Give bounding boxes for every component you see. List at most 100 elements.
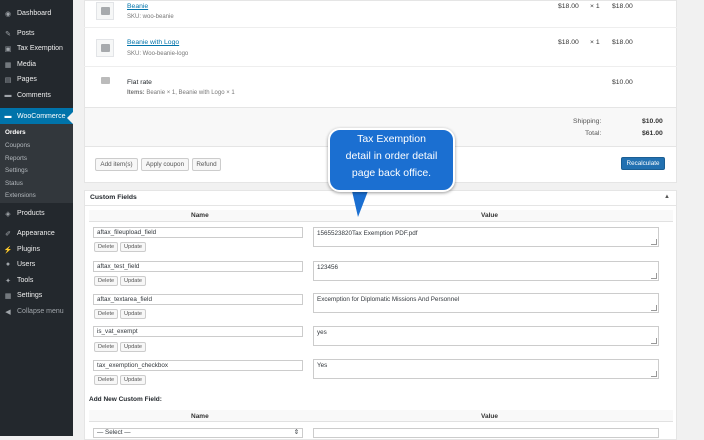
sidebar-item-comments[interactable]: ▬ Comments <box>0 88 73 103</box>
custom-fields-title: Custom Fields <box>90 194 137 201</box>
product-link[interactable]: Beanie with Logo <box>127 39 179 46</box>
shipping-icon <box>101 77 110 84</box>
image-placeholder-icon <box>100 44 110 52</box>
row-divider <box>84 27 677 28</box>
submenu-settings[interactable]: Settings <box>5 167 28 174</box>
sidebar-item-woocommerce[interactable]: ▬ WooCommerce <box>0 108 73 124</box>
sidebar-item-label: WooCommerce <box>17 112 66 120</box>
shipping-items-label: Items: <box>127 90 145 96</box>
shipping-total-label: Shipping: <box>573 118 602 125</box>
delete-field-button[interactable]: Delete <box>94 342 119 352</box>
sidebar-item-plugins[interactable]: ⚡ Plugins <box>0 242 73 257</box>
submenu-coupons[interactable]: Coupons <box>5 142 30 149</box>
submenu-orders[interactable]: Orders <box>5 129 26 136</box>
sidebar-item-appearance[interactable]: ✐ Appearance <box>0 226 73 241</box>
sidebar-collapse-menu[interactable]: ◀ Collapse menu <box>0 304 73 319</box>
custom-field-value-textarea[interactable]: 1565523820Tax Exemption PDF.pdf <box>313 227 659 247</box>
custom-field-key-input[interactable]: aftax_fileupload_field <box>93 227 303 238</box>
sidebar-item-label: Pages <box>17 76 37 83</box>
sidebar-item-label: Tax Exemption <box>17 45 63 52</box>
tools-icon: ✦ <box>5 277 11 285</box>
item-qty: × 1 <box>590 39 600 46</box>
sidebar-item-label: Plugins <box>17 246 40 253</box>
custom-field-key-input[interactable]: aftax_test_field <box>93 261 303 272</box>
delete-field-button[interactable]: Delete <box>94 309 119 319</box>
new-field-value-header: Value <box>481 413 498 420</box>
delete-field-button[interactable]: Delete <box>94 276 119 286</box>
new-field-value-textarea[interactable] <box>313 428 659 438</box>
column-header-value: Value <box>481 212 498 219</box>
delete-field-button[interactable]: Delete <box>94 242 119 252</box>
pin-icon: ✎ <box>5 30 11 38</box>
item-cost: $18.00 <box>558 3 579 10</box>
caret-up-icon[interactable]: ▲ <box>664 194 670 200</box>
callout-line: detail in order detail <box>345 150 438 162</box>
sidebar-item-tools[interactable]: ✦ Tools <box>0 273 73 288</box>
new-field-key-select[interactable]: — Select — ⇕ <box>93 428 303 438</box>
sidebar-item-products[interactable]: ◈ Products <box>0 206 73 221</box>
refund-button[interactable]: Refund <box>192 158 221 171</box>
recalculate-button[interactable]: Recalculate <box>621 157 665 170</box>
product-thumbnail <box>96 39 114 57</box>
select-value: — Select — <box>97 429 131 436</box>
product-thumbnail <box>96 2 114 20</box>
new-field-table-header <box>89 410 673 422</box>
submenu-status[interactable]: Status <box>5 180 23 187</box>
product-link[interactable]: Beanie <box>127 3 148 10</box>
admin-sidebar: ◉ Dashboard ✎ Posts ▣ Tax Exemption ▦ Media … <box>0 0 73 436</box>
sidebar-item-pages[interactable]: ▤ Pages <box>0 72 73 87</box>
sidebar-item-users[interactable]: ● Users <box>0 257 73 272</box>
sidebar-item-dashboard[interactable]: ◉ Dashboard <box>0 6 73 21</box>
woocommerce-submenu: Orders Coupons Reports Settings Status E… <box>0 124 73 203</box>
image-placeholder-icon <box>100 7 110 15</box>
callout-line: page back office. <box>351 167 432 179</box>
custom-field-value-textarea[interactable]: Excemption for Diplomatic Missions And P… <box>313 293 659 313</box>
woocommerce-icon: ▬ <box>4 112 12 120</box>
update-field-button[interactable]: Update <box>120 375 147 385</box>
sidebar-item-label: Collapse menu <box>17 308 64 315</box>
custom-field-value-textarea[interactable]: yes <box>313 326 659 346</box>
callout-line: Tax Exemption <box>357 133 426 145</box>
sidebar-item-posts[interactable]: ✎ Posts <box>0 26 73 41</box>
sidebar-item-label: Tools <box>17 277 34 284</box>
sidebar-item-label: Comments <box>17 92 51 99</box>
shipping-total-value: $10.00 <box>642 118 663 125</box>
update-field-button[interactable]: Update <box>120 242 147 252</box>
order-total-label: Total: <box>585 130 602 137</box>
sidebar-item-label: Appearance <box>17 230 55 237</box>
update-field-button[interactable]: Update <box>120 309 147 319</box>
item-qty: × 1 <box>590 3 600 10</box>
comments-icon: ▬ <box>4 92 12 99</box>
custom-field-key-input[interactable]: aftax_textarea_field <box>93 294 303 305</box>
sidebar-item-tax-exemption[interactable]: ▣ Tax Exemption <box>0 41 73 56</box>
sidebar-item-settings[interactable]: ▦ Settings <box>0 288 73 303</box>
tax-exemption-icon: ▣ <box>4 45 12 53</box>
item-cost: $18.00 <box>558 39 579 46</box>
sidebar-item-label: Users <box>17 261 36 268</box>
sidebar-item-media[interactable]: ▦ Media <box>0 57 73 72</box>
custom-fields-header[interactable]: Custom Fields ▲ <box>84 190 677 206</box>
custom-field-key-input[interactable]: tax_exemption_checkbox <box>93 360 303 371</box>
delete-field-button[interactable]: Delete <box>94 375 119 385</box>
order-total-value: $61.00 <box>642 130 663 137</box>
callout-tail <box>352 191 368 217</box>
item-total: $18.00 <box>612 39 633 46</box>
product-sku: SKU: woo-beanie <box>127 14 174 20</box>
custom-field-value-textarea[interactable]: 123456 <box>313 261 659 281</box>
apply-coupon-button[interactable]: Apply coupon <box>141 158 189 171</box>
update-field-button[interactable]: Update <box>120 276 147 286</box>
submenu-extensions[interactable]: Extensions <box>5 192 36 199</box>
column-header-name: Name <box>191 212 209 219</box>
products-icon: ◈ <box>5 210 11 218</box>
update-field-button[interactable]: Update <box>120 342 147 352</box>
add-items-button[interactable]: Add item(s) <box>95 158 138 171</box>
submenu-reports[interactable]: Reports <box>5 155 27 162</box>
row-divider <box>84 66 677 67</box>
settings-icon: ▦ <box>4 292 12 300</box>
sidebar-item-label: Posts <box>17 30 35 37</box>
pages-icon: ▤ <box>4 76 12 84</box>
custom-field-key-input[interactable]: is_vat_exempt <box>93 326 303 337</box>
sidebar-item-label: Products <box>17 210 45 217</box>
users-icon: ● <box>5 261 11 268</box>
custom-field-value-textarea[interactable]: Yes <box>313 359 659 379</box>
